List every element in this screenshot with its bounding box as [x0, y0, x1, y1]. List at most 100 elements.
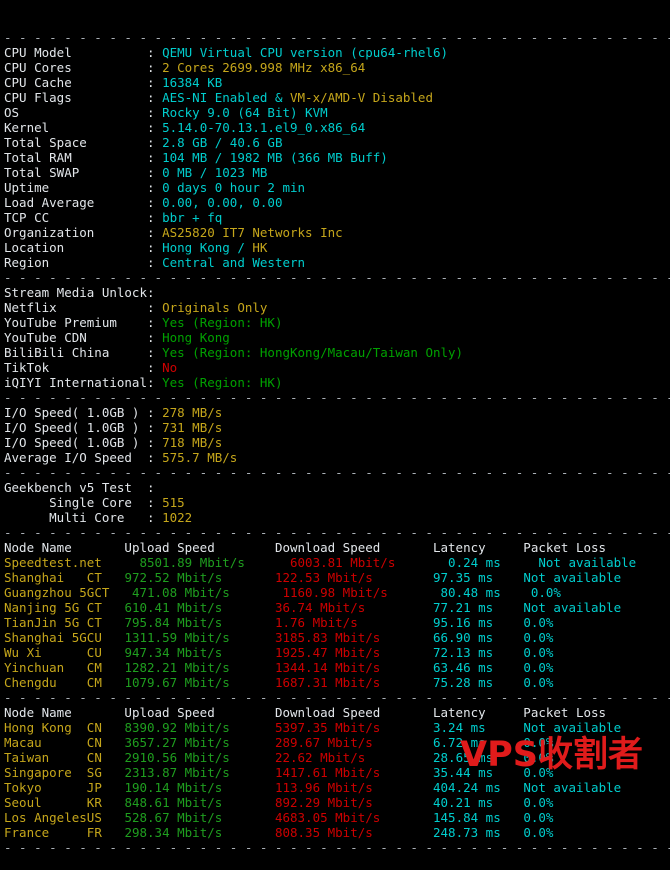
cell-node-name: Singapore	[4, 765, 87, 780]
row-label: Kernel	[4, 120, 147, 135]
stream-row-0: Netflix : Originals Only	[0, 300, 670, 315]
row-label: Single Core	[4, 495, 147, 510]
cell-upload: 3657.27 Mbit/s	[124, 735, 275, 750]
row-label: Uptime	[4, 180, 147, 195]
row-label: CPU Cache	[4, 75, 147, 90]
col-upload-speed: Upload Speed	[124, 705, 275, 720]
row-colon: :	[147, 450, 163, 465]
cell-packet-loss: 0.0%	[523, 750, 554, 765]
sysinfo-value: 0.00, 0.00, 0.00	[162, 195, 283, 210]
cell-download: 1687.31 Mbit/s	[274, 675, 433, 690]
cell-isp: US	[86, 810, 125, 825]
cell-download: 289.67 Mbit/s	[274, 735, 433, 750]
cell-download: 113.96 Mbit/s	[274, 780, 433, 795]
sysinfo-row-11: TCP CC : bbr + fq	[0, 210, 670, 225]
sysinfo-value: 5.14.0-70.13.1.el9_0.x86_64	[162, 120, 366, 135]
cell-latency: 75.28 ms	[433, 675, 524, 690]
separator-bottom: - - - - - - - - - - - - - - - - - - - - …	[4, 840, 670, 855]
speedtest-domestic-row-1: Shanghai CT 972.52 Mbit/s 122.53 Mbit/s …	[0, 570, 670, 585]
io-value: 718 MB/s	[162, 435, 223, 450]
sysinfo-row-6: Total Space : 2.8 GB / 40.6 GB	[0, 135, 670, 150]
row-label: Organization	[4, 225, 147, 240]
io-row-1: I/O Speed( 1.0GB ) : 731 MB/s	[0, 420, 670, 435]
cell-download: 892.29 Mbit/s	[274, 795, 433, 810]
stream-value: Originals Only	[162, 300, 268, 315]
row-colon: :	[147, 420, 163, 435]
row-label: I/O Speed( 1.0GB )	[4, 405, 147, 420]
cell-upload: 190.14 Mbit/s	[124, 780, 275, 795]
cell-upload: 471.08 Mbit/s	[131, 585, 283, 600]
row-label: BiliBili China	[4, 345, 147, 360]
row-colon: :	[147, 510, 163, 525]
speedtest-domestic-row-4: TianJin 5G CT 795.84 Mbit/s 1.76 Mbit/s …	[0, 615, 670, 630]
sysinfo-value: Central and Western	[162, 255, 306, 270]
cell-latency: 63.46 ms	[433, 660, 524, 675]
speedtest-international-row-5: Seoul KR 848.61 Mbit/s 892.29 Mbit/s 40.…	[0, 795, 670, 810]
col-node-name: Node Name	[4, 540, 125, 555]
row-label: Total Space	[4, 135, 147, 150]
sysinfo-value-alt: VM-x/AMD-V Disabled	[290, 90, 433, 105]
sysinfo-value: 0 MB / 1023 MB	[162, 165, 268, 180]
cell-upload: 8390.92 Mbit/s	[124, 720, 275, 735]
row-label: Multi Core	[4, 510, 147, 525]
stream-row-5: iQIYI International: Yes (Region: HK)	[0, 375, 670, 390]
speedtest-domestic-row-5: Shanghai 5GCU 1311.59 Mbit/s 3185.83 Mbi…	[0, 630, 670, 645]
separator-stream: - - - - - - - - - - - - - - - - - - - - …	[4, 270, 670, 285]
cell-node-name: Hong Kong	[4, 720, 87, 735]
sysinfo-row-1: CPU Cores : 2 Cores 2699.998 MHz x86_64	[0, 60, 670, 75]
row-colon: :	[147, 435, 163, 450]
speedtest-international-row-1: Macau CN 3657.27 Mbit/s 289.67 Mbit/s 6.…	[0, 735, 670, 750]
sysinfo-row-0: CPU Model : QEMU Virtual CPU version (cp…	[0, 45, 670, 60]
row-label: Region	[4, 255, 147, 270]
cell-download: 1160.98 Mbit/s	[282, 585, 441, 600]
cell-upload: 1079.67 Mbit/s	[124, 675, 275, 690]
cell-download: 1417.61 Mbit/s	[274, 765, 433, 780]
row-colon: :	[147, 285, 163, 300]
speedtest-domestic-row-0: Speedtest.net 8501.89 Mbit/s 6003.81 Mbi…	[0, 555, 670, 570]
cell-download: 5397.35 Mbit/s	[274, 720, 433, 735]
stream-value: Hong Kong	[162, 330, 230, 345]
cell-upload: 972.52 Mbit/s	[124, 570, 275, 585]
stream-value: Yes (Region: HK)	[162, 375, 283, 390]
col-latency: Latency	[432, 540, 524, 555]
cell-latency: 40.21 ms	[433, 795, 524, 810]
row-colon: :	[147, 120, 163, 135]
sysinfo-value: AES-NI Enabled &	[162, 90, 290, 105]
row-colon: :	[147, 165, 163, 180]
sysinfo-row-14: Region : Central and Western	[0, 255, 670, 270]
cell-upload: 2313.87 Mbit/s	[124, 765, 275, 780]
sysinfo-row-10: Load Average : 0.00, 0.00, 0.00	[0, 195, 670, 210]
col-upload-speed: Upload Speed	[124, 540, 275, 555]
sysinfo-value: QEMU Virtual CPU version (cpu64-rhel6)	[162, 45, 449, 60]
row-colon: :	[147, 180, 163, 195]
separator-speedtest-domestic: - - - - - - - - - - - - - - - - - - - - …	[4, 525, 670, 540]
cell-isp: CT	[86, 615, 125, 630]
cell-upload: 2910.56 Mbit/s	[124, 750, 275, 765]
io-row-0: I/O Speed( 1.0GB ) : 278 MB/s	[0, 405, 670, 420]
row-label: iQIYI International	[4, 375, 147, 390]
row-colon: :	[147, 225, 163, 240]
row-colon: :	[147, 150, 163, 165]
cell-isp: CT	[94, 585, 132, 600]
row-colon: :	[147, 60, 163, 75]
cell-latency: 248.73 ms	[433, 825, 524, 840]
sysinfo-row-13: Location : Hong Kong / HK	[0, 240, 670, 255]
cell-packet-loss: 0.0%	[523, 645, 554, 660]
row-colon: :	[147, 480, 163, 495]
row-colon: :	[147, 495, 163, 510]
sysinfo-row-5: Kernel : 5.14.0-70.13.1.el9_0.x86_64	[0, 120, 670, 135]
cell-node-name: Guangzhou 5G	[4, 585, 95, 600]
separator-geekbench: - - - - - - - - - - - - - - - - - - - - …	[4, 465, 670, 480]
stream-row-4: TikTok : No	[0, 360, 670, 375]
row-colon: :	[147, 195, 163, 210]
cell-latency: 0.24 ms	[448, 555, 539, 570]
row-colon: :	[147, 105, 163, 120]
row-colon: :	[147, 75, 163, 90]
cell-node-name: Tokyo	[4, 780, 87, 795]
sysinfo-value: AS25820 IT7 Networks Inc	[162, 225, 343, 240]
row-label: Average I/O Speed	[4, 450, 147, 465]
cell-packet-loss: 0.0%	[523, 795, 554, 810]
row-colon: :	[147, 90, 163, 105]
stream-row-2: YouTube CDN : Hong Kong	[0, 330, 670, 345]
cell-node-name: Macau	[4, 735, 87, 750]
